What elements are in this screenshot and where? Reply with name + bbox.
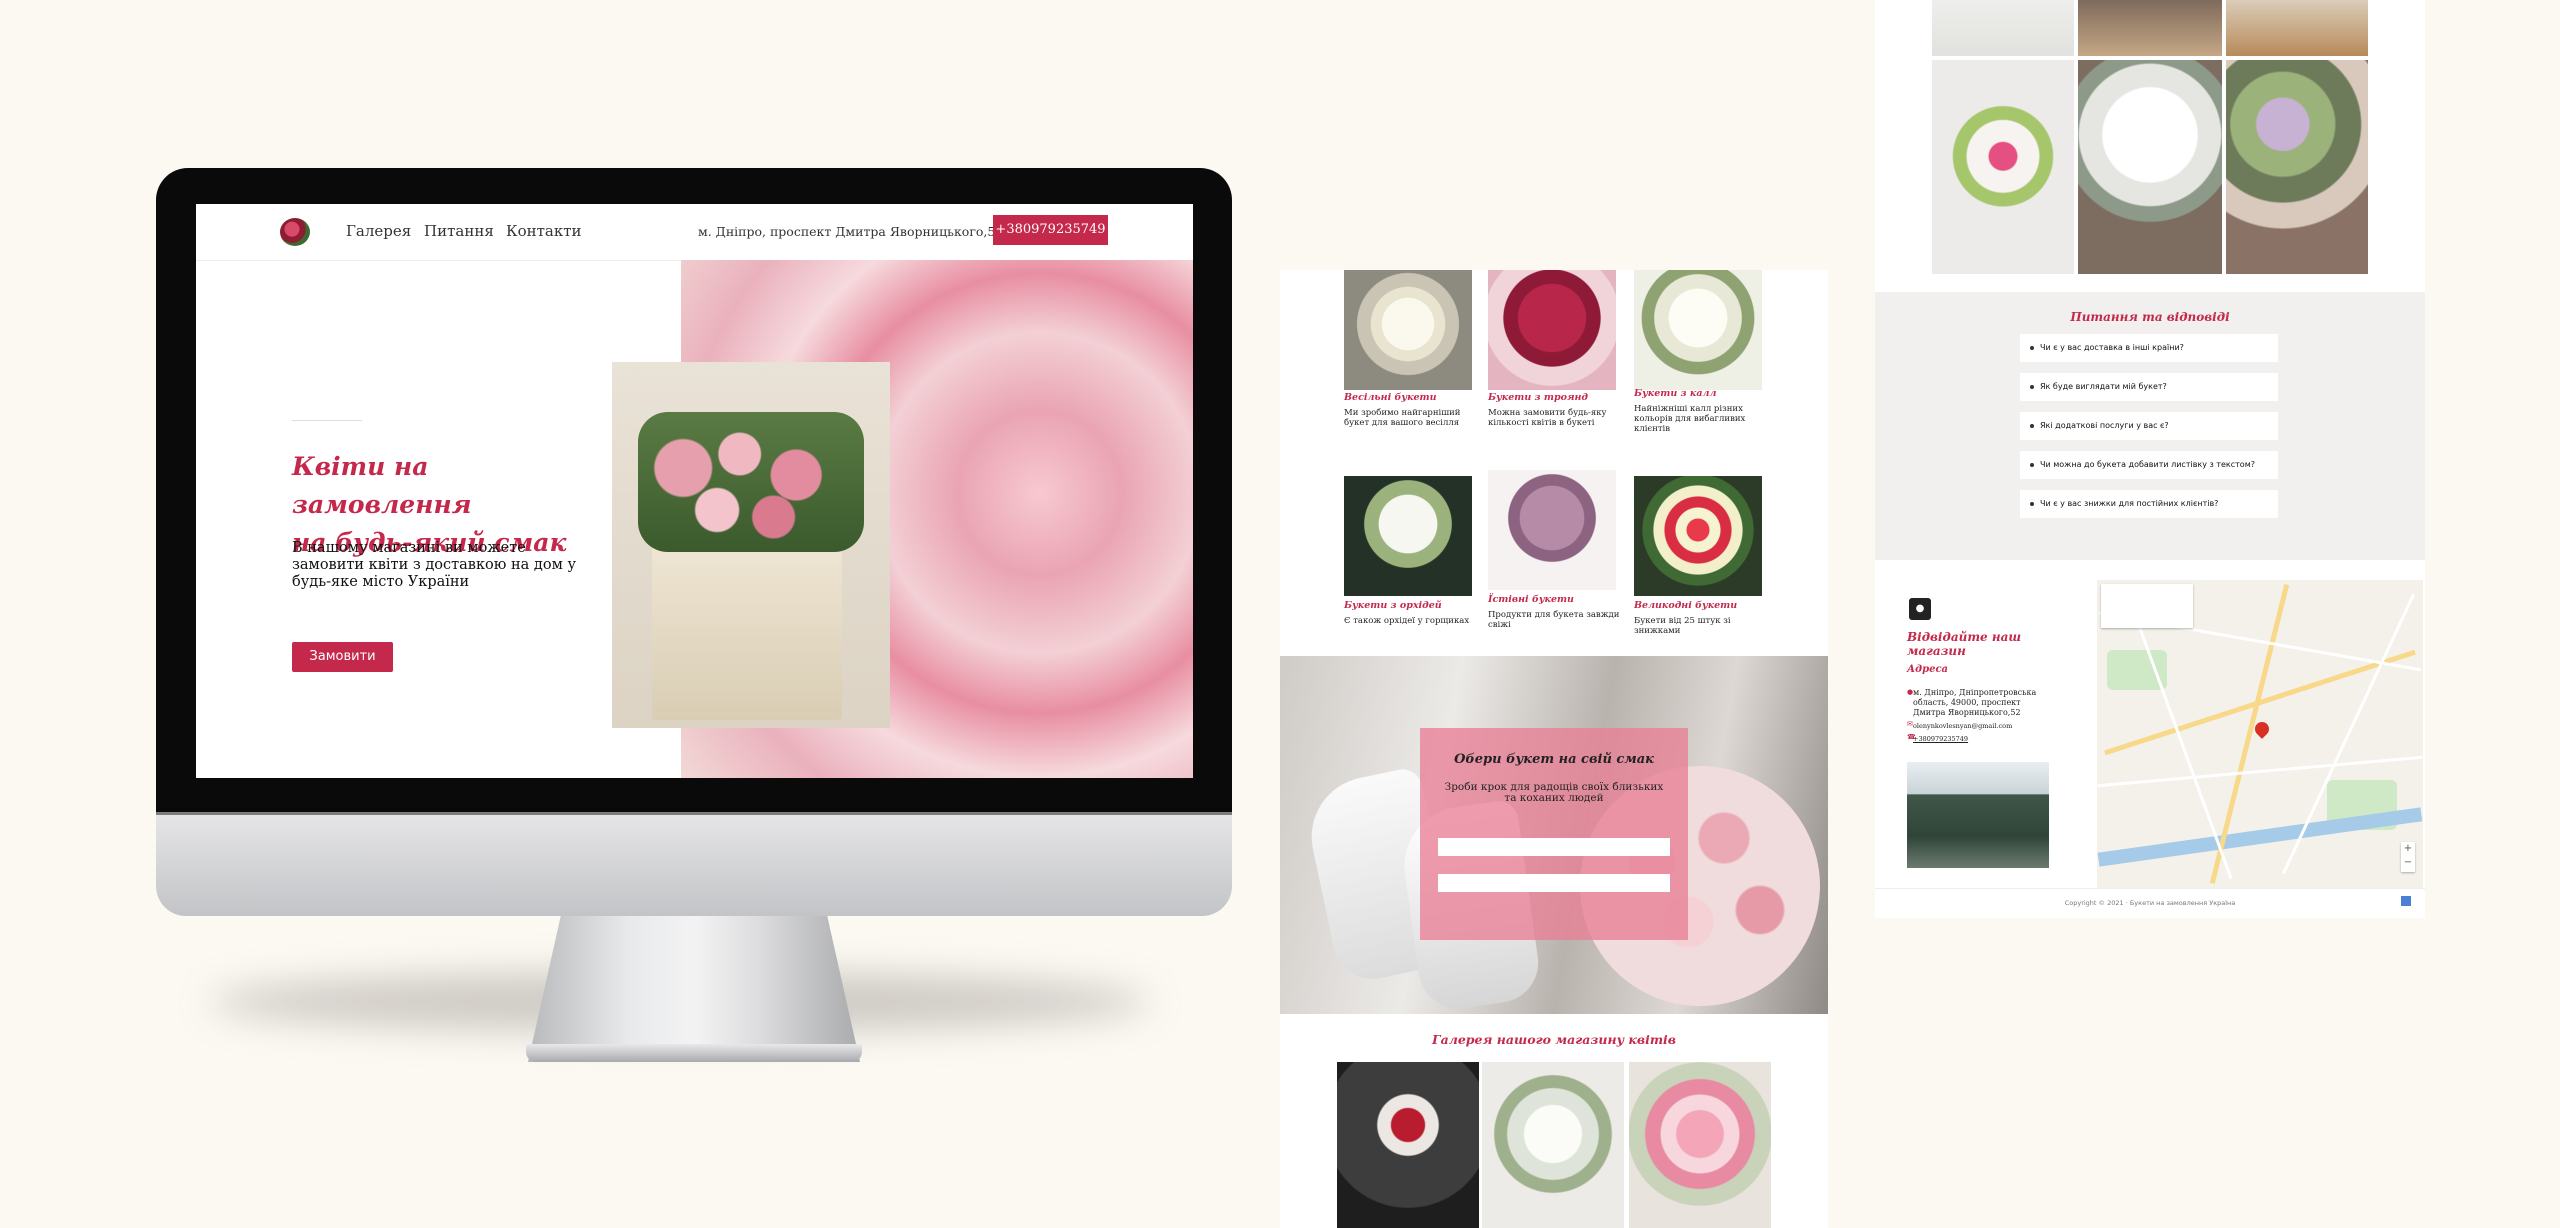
gallery-title: Галерея нашого магазину квітів — [1431, 1032, 1677, 1047]
map-river — [2097, 807, 2423, 867]
desktop-screen: Галерея Питання Контакти м. Дніпро, прос… — [196, 204, 1193, 778]
tote-bag — [652, 540, 842, 720]
product-desc: Букети від 25 штук зі знижками — [1634, 616, 1731, 636]
product-desc: Найніжніші калл різних кольорів для виба… — [1634, 404, 1746, 434]
imac-stand — [528, 914, 860, 1062]
imac-base — [526, 1044, 862, 1062]
product-name[interactable]: Букети з орхідей — [1344, 600, 1442, 611]
mail-icon: ✉ — [1907, 720, 1913, 728]
product-name[interactable]: Їстівні букети — [1488, 594, 1574, 605]
product-name[interactable]: Букети з троянд — [1488, 392, 1588, 403]
form-subtitle: Зроби крок для радощів своїх близьких та… — [1444, 781, 1664, 804]
gallery-image[interactable] — [1482, 1062, 1624, 1228]
product-name[interactable]: Великодні букети — [1634, 600, 1737, 611]
product-image-roses[interactable] — [1488, 270, 1616, 390]
product-image-edible[interactable] — [1488, 470, 1616, 590]
hero-divider — [292, 420, 362, 421]
product-image-orchids[interactable] — [1344, 476, 1472, 596]
faq-question[interactable]: Чи можна до букета добавити листівку з т… — [2040, 451, 2255, 479]
catalog-page: Весільні букети Букети з троянд Букети з… — [1280, 270, 1828, 1228]
scroll-top-icon[interactable] — [2401, 896, 2411, 906]
product-image-easter[interactable] — [1634, 476, 1762, 596]
email-link[interactable]: olenynkovlesnyan@gmail.com — [1913, 721, 2012, 731]
order-form-section: Обери букет на свій смак Зроби крок для … — [1280, 656, 1828, 1014]
footer: Copyright © 2021 · Букети на замовлення … — [1875, 888, 2425, 918]
site-header: Галерея Питання Контакти м. Дніпро, прос… — [196, 204, 1193, 261]
order-form: Обери букет на свій смак Зроби крок для … — [1420, 728, 1688, 940]
gallery-image[interactable] — [1629, 1062, 1771, 1228]
map-info-card — [2101, 584, 2193, 628]
gallery-image[interactable] — [2226, 60, 2368, 274]
faq-question[interactable]: Чи є у вас доставка в інші країни? — [2040, 334, 2184, 362]
nav-contacts[interactable]: Контакти — [506, 222, 582, 240]
product-image-calla[interactable] — [1634, 270, 1762, 390]
faq-question[interactable]: Які додаткові послуги у вас є? — [2040, 412, 2169, 440]
hero-text: В нашому магазині ви можете замовити кві… — [292, 540, 576, 590]
product-name[interactable]: Весільні букети — [1344, 392, 1437, 403]
product-desc: Можна замовити будь-яку кількості квітів… — [1488, 408, 1607, 428]
product-image-wedding[interactable] — [1344, 270, 1472, 390]
product-desc: Ми зробимо найгарніший букет для вашого … — [1344, 408, 1461, 428]
nav-questions[interactable]: Питання — [424, 222, 494, 240]
rose-bunch — [638, 412, 864, 552]
hero-title-line1: Квіти на замовлення — [292, 452, 472, 519]
faq-item[interactable]: Чи є у вас доставка в інші країни? — [2020, 334, 2278, 362]
faq-title: Питання та відповіді — [2070, 310, 2230, 324]
product-name[interactable]: Букети з калл — [1634, 388, 1716, 399]
flower-logo[interactable] — [280, 218, 310, 246]
phone-button[interactable]: +380979235749 — [993, 215, 1108, 245]
location-pin-icon: ● — [1909, 598, 1931, 620]
visit-title: Відвідайте наш магазин — [1907, 630, 2022, 658]
gallery-image[interactable] — [1932, 60, 2074, 274]
faq-section: Питання та відповіді Чи є у вас доставка… — [1875, 292, 2425, 560]
product-desc: Є також орхідеї у горщиках — [1344, 616, 1470, 626]
form-phone-input[interactable] — [1438, 874, 1670, 892]
gallery-image[interactable] — [2078, 60, 2222, 274]
order-button[interactable]: Замовити — [292, 642, 393, 672]
faq-question[interactable]: Чи є у вас знижки для постійних клієнтів… — [2040, 490, 2218, 518]
faq-question[interactable]: Як буде виглядати мій букет? — [2040, 373, 2167, 401]
faq-item[interactable]: Чи можна до букета добавити листівку з т… — [2020, 451, 2278, 479]
header-address: м. Дніпро, проспект Дмитра Яворницького,… — [698, 224, 1012, 239]
imac-chin — [156, 812, 1232, 916]
map-road — [2282, 593, 2415, 875]
address-line: Дмитра Яворницького,52 — [1913, 708, 2021, 717]
copyright: Copyright © 2021 · Букети на замовлення … — [2064, 899, 2236, 907]
map-zoom-control[interactable]: + − — [2401, 842, 2415, 872]
faq-item[interactable]: Чи є у вас знижки для постійних клієнтів… — [2020, 490, 2278, 518]
hero-roses-bag-image — [612, 362, 890, 728]
gallery-image[interactable] — [2226, 0, 2368, 56]
gallery-image[interactable] — [1932, 0, 2074, 56]
map-pin-icon[interactable] — [2252, 719, 2272, 739]
product-desc: Продукти для букета завжди свіжі — [1488, 610, 1620, 630]
faq-item[interactable]: Які додаткові послуги у вас є? — [2020, 412, 2278, 440]
nav-gallery[interactable]: Галерея — [346, 222, 411, 240]
address-line: м. Дніпро, Дніпропетровська — [1913, 688, 2037, 697]
form-name-input[interactable] — [1438, 838, 1670, 856]
address-line: область, 49000, проспект — [1913, 698, 2021, 707]
form-title: Обери букет на свій смак — [1454, 752, 1654, 767]
google-map[interactable]: + − — [2097, 580, 2423, 888]
contacts-page: Питання та відповіді Чи є у вас доставка… — [1875, 0, 2425, 918]
gallery-image[interactable] — [2078, 0, 2222, 56]
faq-item[interactable]: Як буде виглядати мій букет? — [2020, 373, 2278, 401]
address-title: Адреса — [1907, 664, 1949, 675]
shop-front-image — [1907, 762, 2049, 868]
phone-link[interactable]: +380979235749 — [1913, 734, 1968, 744]
gallery-image[interactable] — [1337, 1062, 1479, 1228]
